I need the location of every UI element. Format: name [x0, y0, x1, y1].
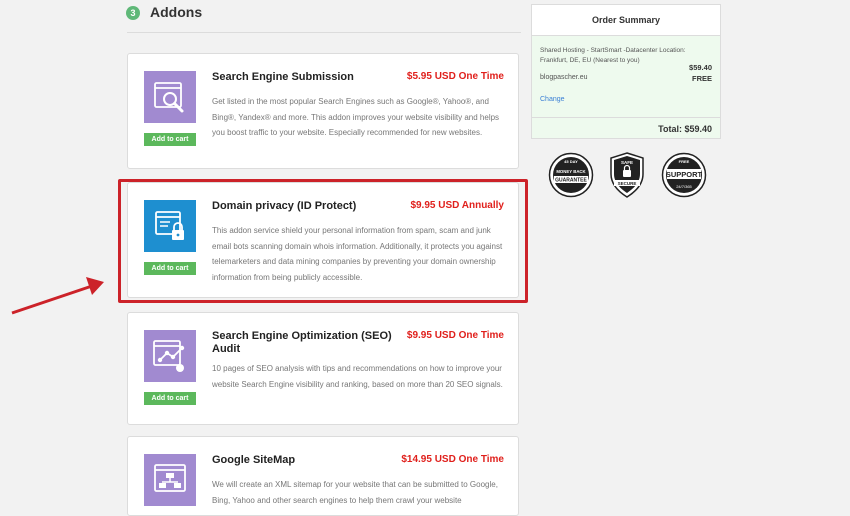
addon-name: Search Engine Submission: [212, 71, 354, 83]
summary-total: Total: $59.40: [658, 124, 712, 134]
summary-product-description: Shared Hosting - StartSmart -Datacenter …: [540, 47, 686, 64]
svg-text:45 DAY: 45 DAY: [564, 159, 578, 164]
svg-text:MONEY BACK: MONEY BACK: [556, 169, 586, 174]
svg-text:24/7/365: 24/7/365: [676, 184, 692, 189]
domain-privacy-lock-icon: [144, 200, 196, 252]
addon-price: $14.95 USD One Time: [401, 454, 504, 465]
summary-domain-name: blogpascher.eu: [540, 74, 588, 81]
change-link[interactable]: Change: [540, 96, 565, 103]
svg-text:SECURE: SECURE: [618, 181, 637, 186]
support-badge-icon: FREE SUPPORT 24/7/365: [661, 152, 707, 198]
summary-divider: [532, 117, 720, 118]
step-number-badge: 3: [126, 6, 140, 20]
seo-audit-icon: [144, 330, 196, 382]
money-back-guarantee-badge-icon: 45 DAY MONEY BACK GUARANTEE: [548, 152, 594, 198]
addon-card-search-engine-submission: Add to cart Search Engine Submission $5.…: [127, 53, 519, 169]
addon-description: Get listed in the most popular Search En…: [212, 97, 500, 137]
svg-text:SAFE: SAFE: [621, 160, 633, 165]
addon-description: This addon service shield your personal …: [212, 226, 503, 282]
summary-domain-price: FREE: [691, 74, 712, 83]
addon-price: $9.95 USD One Time: [406, 330, 504, 341]
svg-text:GUARANTEE: GUARANTEE: [555, 178, 587, 184]
order-summary-panel: Order Summary Shared Hosting - StartSmar…: [531, 4, 721, 139]
addon-description: We will create an XML sitemap for your w…: [212, 480, 498, 505]
add-to-cart-button[interactable]: Add to cart: [144, 392, 196, 405]
addon-card-domain-privacy: Add to cart Domain privacy (ID Protect) …: [127, 182, 519, 298]
svg-text:FREE: FREE: [679, 159, 690, 164]
svg-text:SUPPORT: SUPPORT: [666, 170, 703, 179]
section-divider: [127, 32, 521, 33]
addon-card-google-sitemap: Google SiteMap $14.95 USD One Time We wi…: [127, 436, 519, 516]
order-summary-title: Order Summary: [532, 5, 720, 36]
addon-description: 10 pages of SEO analysis with tips and r…: [212, 364, 503, 389]
addon-card-seo-audit: Add to cart Search Engine Optimization (…: [127, 312, 519, 425]
summary-product-price: $59.40: [689, 63, 712, 72]
sitemap-icon: [144, 454, 196, 506]
section-title: Addons: [150, 4, 203, 20]
safe-secure-badge-icon: SAFE SECURE: [610, 152, 644, 198]
search-engine-icon: [144, 71, 196, 123]
addon-name: Domain privacy (ID Protect): [212, 200, 357, 212]
add-to-cart-button[interactable]: Add to cart: [144, 262, 196, 275]
addon-name: Google SiteMap: [212, 454, 296, 466]
addon-name: Search Engine Optimization (SEO) Audit: [212, 330, 392, 355]
addon-price: $9.95 USD Annually: [410, 200, 504, 211]
add-to-cart-button[interactable]: Add to cart: [144, 133, 196, 146]
addon-price: $5.95 USD One Time: [406, 71, 504, 82]
